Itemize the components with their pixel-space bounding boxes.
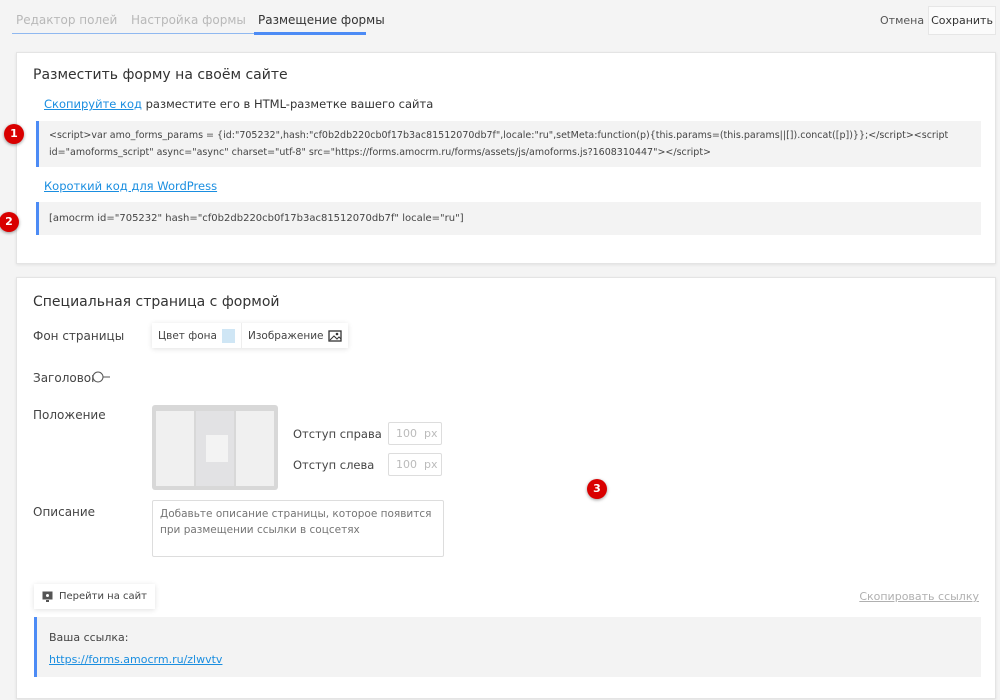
tab-field-editor[interactable]: Редактор полей	[16, 13, 117, 27]
save-button[interactable]: Сохранить	[928, 6, 996, 35]
copy-link-button[interactable]: Скопировать ссылку	[859, 590, 979, 603]
left-margin-input[interactable]: 100 px	[388, 453, 442, 476]
bg-image-button[interactable]: Изображение	[242, 323, 349, 348]
monitor-icon	[42, 591, 53, 602]
copy-code-link[interactable]: Скопируйте код	[44, 97, 142, 111]
image-icon	[328, 329, 343, 342]
tabs-underline	[12, 33, 254, 34]
annotation-marker-3: 3	[587, 479, 607, 499]
tab-form-settings[interactable]: Настройка формы	[131, 13, 246, 27]
layout-preview[interactable]	[152, 405, 278, 490]
background-selector: Цвет фона Изображение	[152, 323, 349, 348]
embed-title: Разместить форму на своём сайте	[33, 67, 288, 83]
document-icon	[206, 435, 228, 462]
your-link-label: Ваша ссылка:	[49, 631, 129, 644]
wordpress-code-block[interactable]: [amocrm id="705232" hash="cf0b2db220cb0f…	[36, 202, 981, 235]
copy-instruction-text: разместите его в HTML-разметке вашего са…	[145, 97, 434, 111]
your-link-block: Ваша ссылка: https://forms.amocrm.ru/zlw…	[34, 617, 981, 677]
bg-image-label: Изображение	[247, 329, 324, 342]
go-to-site-button[interactable]: Перейти на сайт	[34, 584, 155, 609]
color-swatch	[221, 328, 235, 343]
tab-form-placement[interactable]: Размещение формы	[258, 13, 385, 27]
copy-instruction: Скопируйте код разместите его в HTML-раз…	[44, 97, 433, 111]
background-label: Фон страницы	[33, 329, 125, 343]
description-label: Описание	[33, 505, 96, 519]
embed-card: Разместить форму на своём сайте Скопируй…	[16, 52, 996, 264]
right-margin-label: Отступ справа	[293, 427, 382, 441]
special-page-title: Специальная страница с формой	[33, 294, 280, 310]
annotation-marker-1: 1	[4, 124, 24, 144]
go-to-site-label: Перейти на сайт	[59, 591, 147, 602]
position-label: Положение	[33, 408, 106, 422]
bg-color-label: Цвет фона	[158, 329, 217, 342]
cancel-button[interactable]: Отмена	[880, 14, 924, 27]
description-input[interactable]	[152, 500, 444, 557]
annotation-marker-2: 2	[0, 212, 19, 232]
active-tab-indicator	[254, 32, 366, 35]
header-toggle[interactable]	[92, 371, 112, 383]
right-margin-input[interactable]: 100 px	[388, 422, 442, 445]
wordpress-code-link[interactable]: Короткий код для WordPress	[44, 179, 217, 193]
header-label: Заголовок	[33, 371, 99, 385]
left-margin-label: Отступ слева	[293, 458, 375, 472]
form-url-link[interactable]: https://forms.amocrm.ru/zlwvtv	[49, 653, 222, 666]
bg-color-button[interactable]: Цвет фона	[152, 323, 242, 348]
special-page-card: Специальная страница с формой Фон страни…	[16, 277, 996, 699]
embed-code-block[interactable]: <script>var amo_forms_params = {id:"7052…	[36, 121, 981, 167]
